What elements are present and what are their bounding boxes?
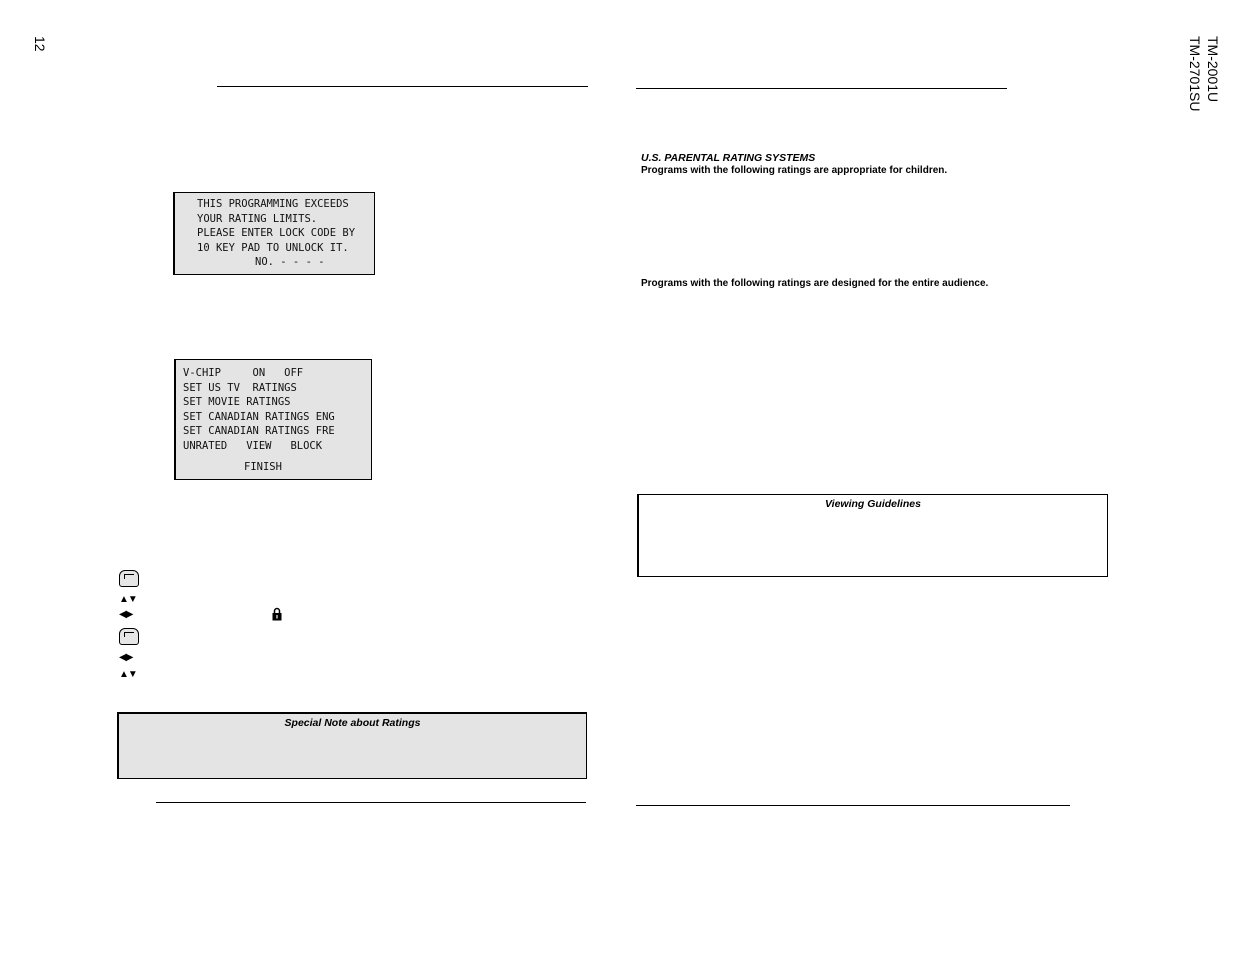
lock-code-screen: THIS PROGRAMMING EXCEEDS YOUR RATING LIM…: [173, 192, 375, 275]
up-down-arrows-icon: ▲▼: [119, 669, 138, 680]
viewing-guidelines-box: Viewing Guidelines: [637, 494, 1108, 577]
left-right-arrows-icon: ◀▶: [119, 609, 133, 620]
vchip-menu-screen: V-CHIP ON OFF SET US TV RATINGS SET MOVI…: [174, 359, 372, 480]
step-4: [119, 628, 139, 645]
rating-systems-heading: U.S. PARENTAL RATING SYSTEMS: [641, 152, 816, 164]
model-number-1: TM-2001U: [1205, 36, 1221, 103]
menu-item-canadian-eng: SET CANADIAN RATINGS ENG: [183, 410, 335, 423]
menu-item-vchip: V-CHIP ON OFF: [183, 367, 304, 379]
menu-item-finish: FINISH: [244, 461, 282, 473]
viewing-guidelines-title: Viewing Guidelines: [825, 498, 921, 510]
model-number-2: TM-2701SU: [1187, 36, 1203, 112]
children-ratings-line: Programs with the following ratings are …: [641, 165, 948, 176]
special-note-title: Special Note about Ratings: [284, 717, 421, 729]
lock-screen-line: 10 KEY PAD TO UNLOCK IT.: [197, 241, 349, 254]
menu-hand-icon: [119, 628, 139, 645]
lock-screen-line: THIS PROGRAMMING EXCEEDS: [197, 198, 349, 210]
up-down-arrows-icon: ▲▼: [119, 594, 138, 605]
left-bottom-rule: [156, 802, 586, 803]
right-bottom-rule: [636, 805, 1070, 806]
right-top-rule: [636, 88, 1007, 89]
menu-item-us-tv-ratings: SET US TV RATINGS: [183, 381, 297, 394]
page-number: 12: [32, 36, 48, 52]
step-1: [119, 570, 139, 587]
lock-screen-line: YOUR RATING LIMITS.: [197, 212, 318, 225]
audience-ratings-line: Programs with the following ratings are …: [641, 278, 989, 289]
menu-item-movie-ratings: SET MOVIE RATINGS: [183, 396, 291, 408]
left-right-arrows-icon: ◀▶: [119, 652, 133, 663]
lock-code-entry: NO. - - - -: [255, 256, 325, 268]
menu-hand-icon: [119, 570, 139, 587]
lock-icon: [272, 607, 282, 621]
lock-screen-line: PLEASE ENTER LOCK CODE BY: [197, 227, 356, 239]
special-note-box: Special Note about Ratings: [117, 712, 587, 779]
menu-item-unrated: UNRATED VIEW BLOCK: [183, 439, 323, 452]
left-top-rule: [217, 86, 588, 87]
menu-item-canadian-fre: SET CANADIAN RATINGS FRE: [183, 425, 335, 437]
